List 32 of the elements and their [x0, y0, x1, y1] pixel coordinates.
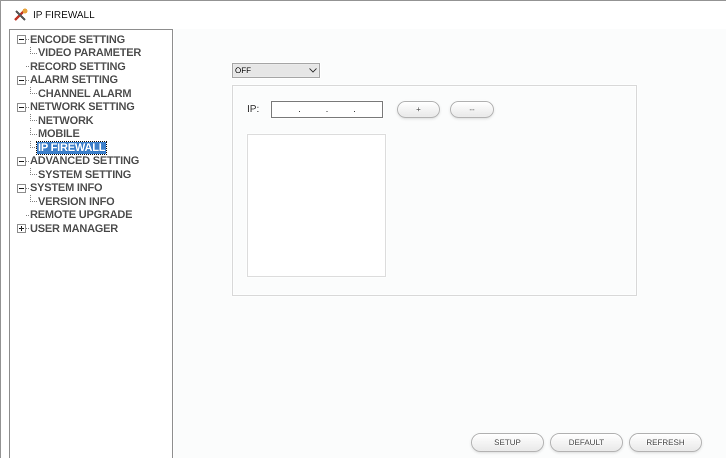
- setup-button[interactable]: SETUP: [471, 433, 544, 452]
- tree-item[interactable]: REMOTE UPGRADE: [29, 209, 134, 222]
- tree-item[interactable]: SYSTEM INFO: [29, 182, 104, 194]
- firewall-mode-dropdown[interactable]: OFF: [232, 63, 320, 78]
- expand-icon[interactable]: [17, 224, 26, 234]
- collapse-icon[interactable]: [17, 184, 26, 193]
- tree-item[interactable]: ADVANCED SETTING: [29, 155, 140, 168]
- refresh-button[interactable]: REFRESH: [629, 433, 702, 452]
- tree-item[interactable]: VERSION INFO: [37, 196, 116, 208]
- collapse-icon[interactable]: [17, 156, 26, 166]
- tree-item[interactable]: NETWORK SETTING: [29, 101, 136, 114]
- tree-item[interactable]: NETWORK: [37, 114, 94, 127]
- add-ip-button[interactable]: +: [397, 101, 440, 118]
- tree-item[interactable]: MOBILE: [37, 128, 81, 140]
- default-button[interactable]: DEFAULT: [550, 433, 623, 452]
- tree-item[interactable]: RECORD SETTING: [29, 60, 127, 73]
- tools-icon: [13, 8, 29, 22]
- ip-label: IP:: [247, 103, 260, 117]
- tree-item[interactable]: IP FIREWALL: [37, 142, 106, 154]
- tree-item[interactable]: ALARM SETTING: [29, 74, 119, 86]
- tree-item[interactable]: USER MANAGER: [29, 222, 120, 235]
- remove-ip-button[interactable]: --: [450, 101, 494, 118]
- tree-item[interactable]: SYSTEM SETTING: [37, 168, 132, 181]
- collapse-icon[interactable]: [17, 76, 26, 85]
- collapse-icon[interactable]: [17, 35, 26, 44]
- tree-item[interactable]: ENCODE SETTING: [29, 34, 126, 46]
- chevron-down-icon: [309, 68, 317, 73]
- tree-item[interactable]: VIDEO PARAMETER: [37, 47, 142, 60]
- ip-address-field[interactable]: . . .: [271, 101, 383, 118]
- collapse-icon[interactable]: [17, 102, 26, 112]
- tree-item[interactable]: CHANNEL ALARM: [37, 88, 132, 100]
- window-title: IP FIREWALL: [33, 8, 95, 22]
